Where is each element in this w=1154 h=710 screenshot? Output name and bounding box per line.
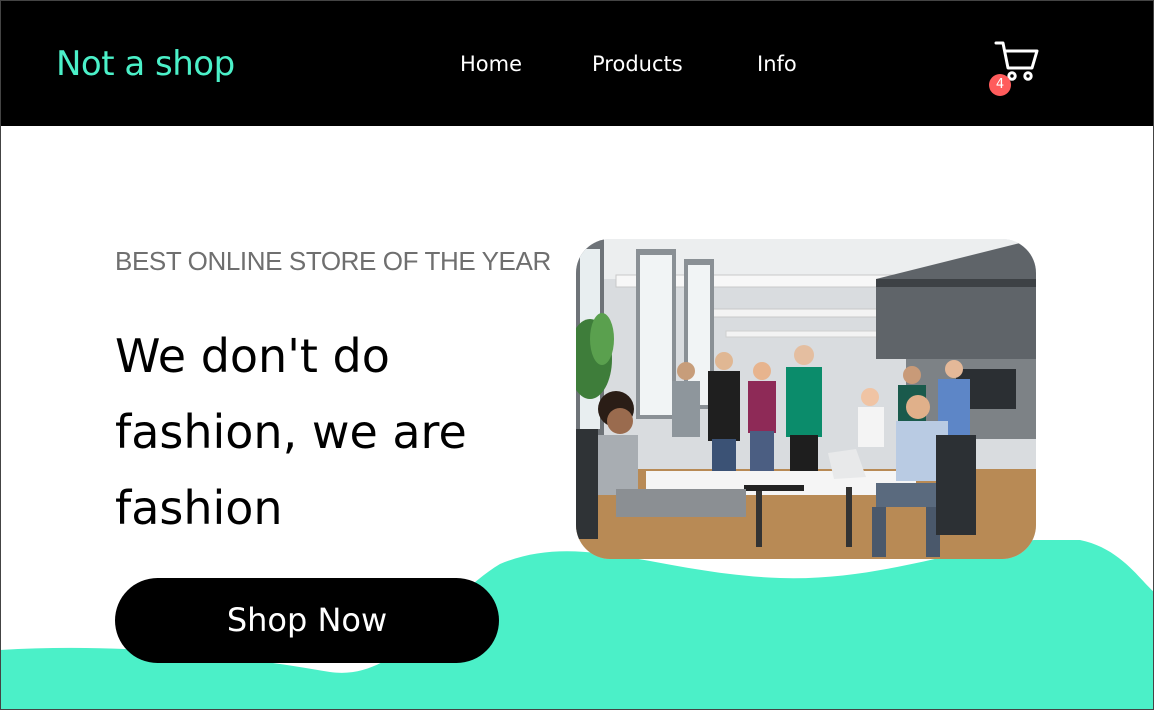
cart-button[interactable]: 4 (986, 38, 1046, 98)
hero-eyebrow: BEST ONLINE STORE OF THE YEAR (115, 246, 551, 276)
hero-image (576, 239, 1036, 559)
shop-now-button[interactable]: Shop Now (115, 578, 499, 663)
logo[interactable]: Not a shop (56, 40, 235, 88)
cart-count-badge: 4 (989, 74, 1011, 96)
hero-headline: We don't do fashion, we are fashion (115, 329, 467, 535)
nav-link-products[interactable]: Products (592, 50, 683, 78)
navbar: Not a shop Home Products Info 4 (0, 0, 1154, 126)
nav-link-info[interactable]: Info (757, 50, 797, 78)
nav-link-home[interactable]: Home (460, 50, 522, 78)
